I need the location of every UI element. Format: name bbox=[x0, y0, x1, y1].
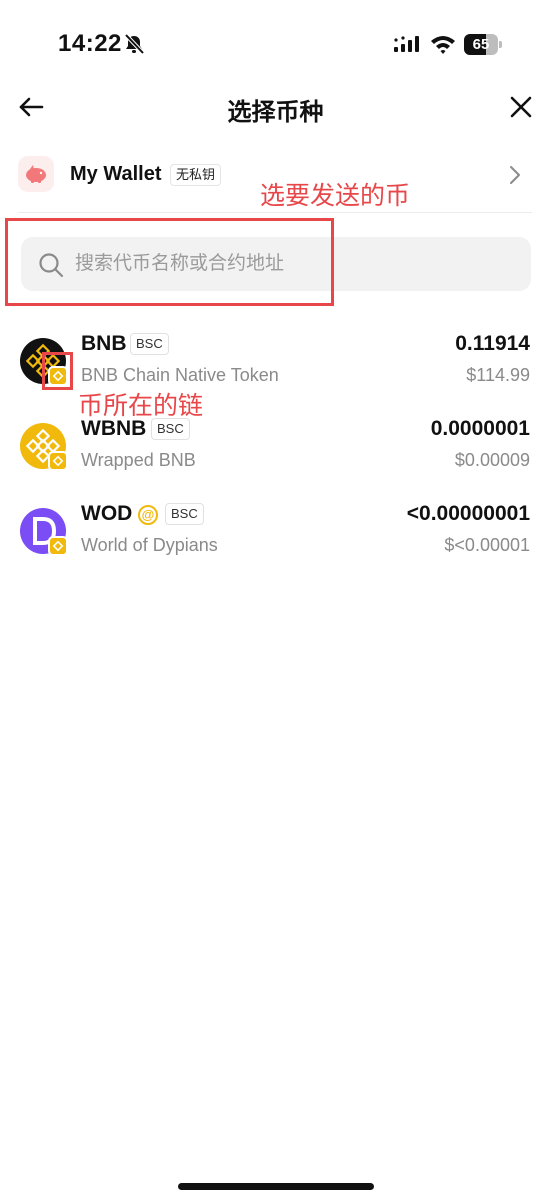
annotation-box-search bbox=[5, 218, 334, 306]
annotation-chain-hint: 币所在的链 bbox=[78, 392, 204, 420]
token-amount: 0.11914 bbox=[455, 332, 530, 355]
token-icon-wrap bbox=[20, 508, 68, 556]
wallet-type-badge: 无私钥 bbox=[170, 164, 222, 186]
chain-tag: BSC bbox=[165, 503, 204, 525]
token-row-wbnb[interactable]: WBNB BSC Wrapped BNB 0.0000001 $0.00009 bbox=[18, 417, 532, 487]
bsc-chain-badge-icon bbox=[48, 536, 68, 556]
close-icon[interactable] bbox=[508, 94, 534, 120]
token-fiat-value: $0.00009 bbox=[454, 450, 530, 470]
token-icon-wrap bbox=[20, 423, 68, 471]
battery-body: 65 bbox=[464, 34, 498, 55]
status-time: 14:22 bbox=[58, 30, 122, 57]
token-symbol: WOD bbox=[81, 502, 133, 525]
at-sign-icon: @ bbox=[138, 505, 158, 525]
token-name: Wrapped BNB bbox=[81, 450, 196, 470]
token-fiat-value: $<0.00001 bbox=[444, 535, 530, 555]
status-bar: 14:22 65 bbox=[0, 0, 551, 90]
home-indicator bbox=[178, 1183, 374, 1190]
select-token-screen: 14:22 65 选择币种 My Wallet 无私钥 搜索代币名称或合约地址 … bbox=[0, 0, 551, 1200]
token-symbol: BNB bbox=[81, 332, 127, 355]
token-name: BNB Chain Native Token bbox=[81, 365, 279, 385]
annotation-box-chain bbox=[42, 352, 73, 390]
token-name: World of Dypians bbox=[81, 535, 218, 555]
bell-muted-icon bbox=[124, 33, 145, 55]
page-title: 选择币种 bbox=[227, 99, 324, 126]
battery-level: 65 bbox=[472, 36, 490, 53]
battery-cap bbox=[499, 41, 502, 48]
token-amount: 0.0000001 bbox=[430, 417, 530, 440]
bsc-chain-badge-icon bbox=[48, 451, 68, 471]
chain-tag: BSC bbox=[130, 333, 169, 355]
annotation-send-hint: 选要发送的币 bbox=[260, 182, 411, 210]
piggy-bank-icon bbox=[26, 165, 46, 183]
cellular-signal-icon bbox=[394, 36, 419, 52]
wallet-avatar bbox=[18, 156, 54, 192]
token-amount: <0.00000001 bbox=[406, 502, 530, 525]
wallet-name: My Wallet bbox=[70, 163, 162, 185]
token-fiat-value: $114.99 bbox=[466, 365, 530, 385]
token-row-wod[interactable]: WOD @ BSC World of Dypians <0.00000001 $… bbox=[18, 502, 532, 572]
chevron-right-icon bbox=[510, 166, 520, 184]
divider bbox=[18, 212, 532, 213]
wifi-icon bbox=[431, 36, 455, 54]
battery-indicator: 65 bbox=[464, 34, 502, 55]
